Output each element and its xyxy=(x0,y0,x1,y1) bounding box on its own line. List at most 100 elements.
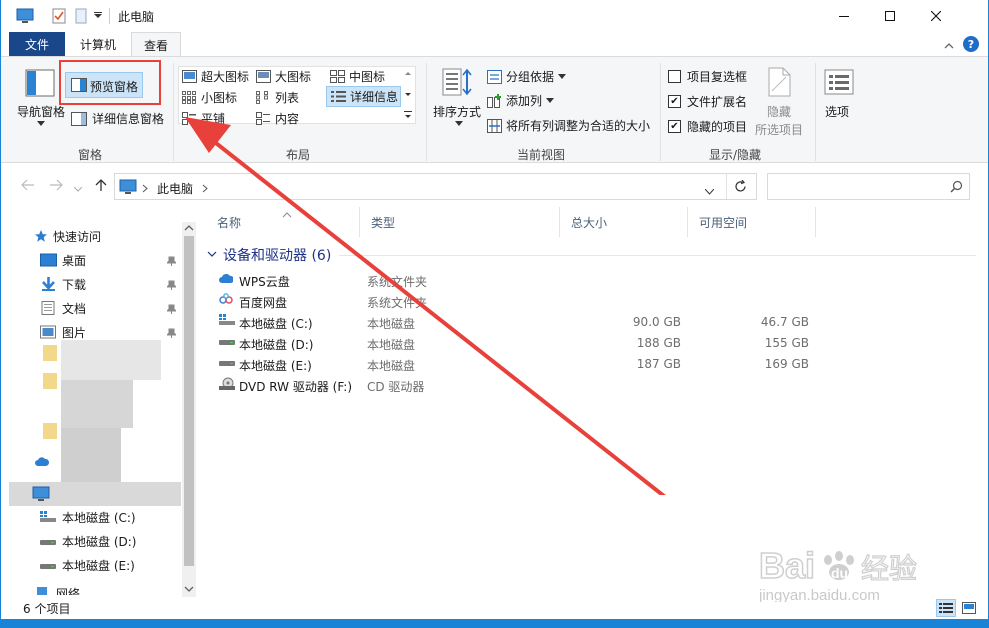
forward-arrow-icon[interactable] xyxy=(49,179,63,194)
nav-quick-access[interactable]: 快速访问 xyxy=(34,225,101,247)
minimize-button[interactable] xyxy=(821,0,867,31)
tab-computer[interactable]: 计算机 xyxy=(67,32,129,57)
folder-icon xyxy=(43,373,57,389)
nav-drive-c[interactable]: 本地磁盘 (C:) xyxy=(40,506,136,528)
up-arrow-icon[interactable] xyxy=(95,178,107,195)
table-row[interactable]: 本地磁盘 (E:) 本地磁盘 187 GB 169 GB xyxy=(206,354,886,375)
nav-item-documents[interactable]: 文档 xyxy=(40,297,86,319)
close-button[interactable] xyxy=(913,0,959,31)
new-folder-icon[interactable] xyxy=(73,7,89,25)
row-type: 本地磁盘 xyxy=(367,359,416,373)
details-view-toggle[interactable] xyxy=(936,599,956,617)
layout-content[interactable]: 内容 xyxy=(256,110,299,127)
nav-item-downloads[interactable]: 下载 xyxy=(40,273,86,295)
table-row[interactable]: WPS云盘 系统文件夹 xyxy=(206,270,886,291)
nav-item-desktop[interactable]: 桌面 xyxy=(40,249,86,271)
item-checkboxes-checkbox[interactable] xyxy=(668,70,681,83)
column-type[interactable]: 类型 xyxy=(360,207,560,237)
file-extensions-toggle[interactable]: ✔ 文件扩展名 xyxy=(668,93,747,110)
group-by-button[interactable]: 分组依据 xyxy=(487,68,567,85)
nav-scrollbar[interactable] xyxy=(182,222,196,597)
table-row[interactable]: 百度网盘 系统文件夹 xyxy=(206,291,886,312)
options-button[interactable]: 选项 xyxy=(821,65,857,125)
back-arrow-icon[interactable] xyxy=(21,179,35,194)
hard-drive-icon xyxy=(40,564,56,569)
watermark-url: jingyan.baidu.com xyxy=(759,587,880,602)
hide-selected-button[interactable]: 隐藏 所选项目 xyxy=(753,65,811,143)
file-extensions-checkbox[interactable]: ✔ xyxy=(668,95,681,108)
details-view-icon xyxy=(939,603,953,613)
sort-by-button[interactable]: 排序方式 xyxy=(431,65,483,143)
computer-icon[interactable] xyxy=(15,7,35,25)
properties-icon[interactable] xyxy=(50,7,68,25)
layout-details[interactable]: 详细信息 xyxy=(326,86,401,107)
breadcrumb-this-pc[interactable]: 此电脑 xyxy=(157,180,193,197)
breadcrumb-chevron-icon[interactable] xyxy=(142,182,148,196)
navigation-bar: 此电脑 xyxy=(1,170,988,202)
add-columns-button[interactable]: 添加列 xyxy=(487,92,555,109)
customize-toolbar-chevron-icon[interactable] xyxy=(93,7,103,25)
group-devices-drives[interactable]: 设备和驱动器 (6) xyxy=(206,245,976,265)
list-icon xyxy=(256,91,268,104)
nav-drive-e[interactable]: 本地磁盘 (E:) xyxy=(40,554,135,576)
column-free-space[interactable]: 可用空间 xyxy=(688,207,816,237)
options-label: 选项 xyxy=(825,105,850,119)
size-all-columns-button[interactable]: 将所有列调整为合适的大小 xyxy=(487,117,650,134)
extra-large-icons-icon xyxy=(182,70,197,83)
help-icon[interactable]: ? xyxy=(962,35,980,56)
window-title: 此电脑 xyxy=(118,10,155,24)
recent-locations-chevron-icon[interactable] xyxy=(73,182,83,196)
pin-icon[interactable] xyxy=(165,279,178,293)
hide-selected-label-2: 所选项目 xyxy=(755,123,804,137)
details-pane-button[interactable]: 详细信息窗格 xyxy=(71,110,164,127)
scroll-up-icon[interactable] xyxy=(182,222,196,234)
tab-file[interactable]: 文件 xyxy=(9,32,65,56)
collapse-ribbon-chevron-icon[interactable] xyxy=(944,39,954,53)
pin-icon[interactable] xyxy=(165,303,178,317)
nav-network[interactable]: 网络 xyxy=(34,585,80,595)
layout-medium[interactable]: 中图标 xyxy=(330,68,385,85)
layout-small[interactable]: 小图标 xyxy=(182,89,237,106)
layout-gallery-scroll[interactable] xyxy=(403,67,415,123)
layout-large[interactable]: 大图标 xyxy=(256,68,311,85)
layout-tiles[interactable]: 平铺 xyxy=(182,110,225,127)
sort-by-label: 排序方式 xyxy=(433,105,482,119)
nav-network-label: 网络 xyxy=(56,587,81,595)
sort-icon xyxy=(442,68,472,96)
table-row[interactable]: DVD RW 驱动器 (F:) CD 驱动器 xyxy=(206,375,886,396)
item-checkboxes-toggle[interactable]: 项目复选框 xyxy=(668,68,747,85)
table-row[interactable]: 本地磁盘 (C:) 本地磁盘 90.0 GB 46.7 GB xyxy=(206,312,886,333)
column-name[interactable]: 名称 xyxy=(206,207,360,237)
pin-icon[interactable] xyxy=(165,255,178,269)
scroll-down-icon[interactable] xyxy=(182,583,196,595)
hidden-items-checkbox[interactable]: ✔ xyxy=(668,120,681,133)
layout-extra-large[interactable]: 超大图标 xyxy=(182,68,249,85)
large-icons-view-toggle[interactable] xyxy=(959,599,979,617)
search-icon xyxy=(950,180,963,196)
tab-view[interactable]: 查看 xyxy=(131,32,181,57)
layout-details-label: 详细信息 xyxy=(350,90,399,104)
table-row[interactable]: 本地磁盘 (D:) 本地磁盘 188 GB 155 GB xyxy=(206,333,886,354)
pin-icon[interactable] xyxy=(165,327,178,341)
column-total-size[interactable]: 总大小 xyxy=(560,207,688,237)
nav-quick-access-label: 快速访问 xyxy=(53,229,102,244)
hidden-items-label: 隐藏的项目 xyxy=(687,120,748,134)
refresh-icon[interactable] xyxy=(734,179,747,196)
group-label-pane: 窗格 xyxy=(78,148,103,162)
search-input[interactable] xyxy=(767,173,970,200)
options-icon xyxy=(824,69,854,95)
svg-text:?: ? xyxy=(968,38,974,51)
hidden-items-toggle[interactable]: ✔ 隐藏的项目 xyxy=(668,118,747,135)
row-name: DVD RW 驱动器 (F:) xyxy=(239,380,353,394)
collapse-chevron-icon[interactable] xyxy=(207,251,217,259)
address-history-chevron-icon[interactable] xyxy=(704,184,715,198)
redacted-area xyxy=(61,428,121,482)
document-icon xyxy=(41,301,55,315)
breadcrumb-chevron-icon[interactable] xyxy=(202,182,208,196)
layout-list[interactable]: 列表 xyxy=(256,89,299,106)
details-pane-icon xyxy=(71,111,87,126)
nav-drive-d[interactable]: 本地磁盘 (D:) xyxy=(40,530,136,552)
maximize-button[interactable] xyxy=(867,0,913,31)
address-bar[interactable]: 此电脑 xyxy=(114,173,757,200)
nav-scrollbar-thumb[interactable] xyxy=(184,236,194,566)
